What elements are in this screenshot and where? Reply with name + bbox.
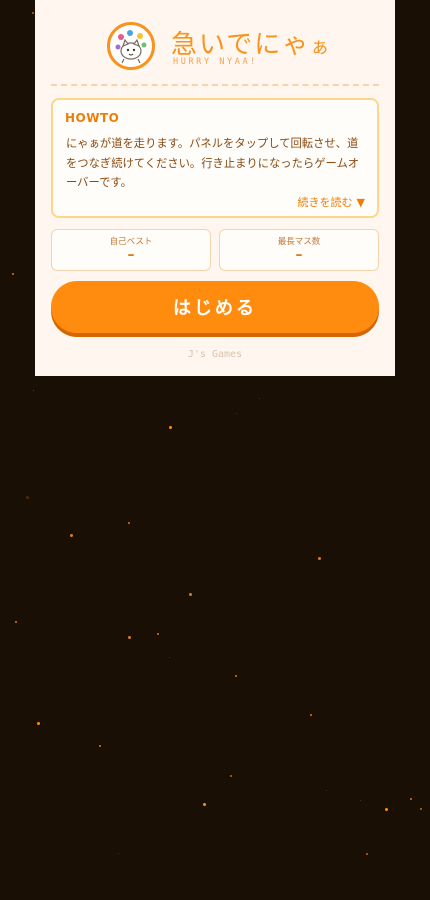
ember-particle xyxy=(318,557,321,560)
app-title: 急いでにゃぁ xyxy=(171,24,331,61)
ember-particle xyxy=(385,808,388,811)
ember-particle xyxy=(169,657,170,658)
max-cells-label: 最長マス数 xyxy=(277,237,321,247)
app-title-small: ぁ xyxy=(310,36,332,58)
howto-text: にゃぁが道を走ります。パネルをタップして回転させ、道をつなぎ続けてください。行き… xyxy=(66,137,360,189)
header: 急いでにゃぁ HURRY NYAA! xyxy=(107,20,337,76)
main-panel: 急いでにゃぁ HURRY NYAA! HOWTO にゃぁが道を走ります。パネルを… xyxy=(35,0,395,376)
ember-particle xyxy=(189,593,192,596)
howto-title: HOWTO xyxy=(65,111,120,125)
ember-particle xyxy=(259,398,260,399)
best-score-card: 自己ベスト – xyxy=(51,229,211,271)
footer-credit: J's Games xyxy=(187,349,243,360)
ember-particle xyxy=(118,853,119,854)
ember-particle xyxy=(203,803,206,806)
ember-particle xyxy=(366,853,368,855)
triangle-down-icon: ▼ xyxy=(356,196,365,209)
ember-particle xyxy=(70,534,73,537)
ember-particle xyxy=(128,636,131,639)
app-title-main: 急いでにゃ xyxy=(171,30,311,60)
ember-particle xyxy=(12,273,14,275)
ember-particle xyxy=(33,390,34,391)
ember-particle xyxy=(99,745,101,747)
read-more-label: 続きを読む xyxy=(297,196,353,209)
best-score-label: 自己ベスト xyxy=(109,237,153,247)
ember-particle xyxy=(37,722,40,725)
howto-box: HOWTO にゃぁが道を走ります。パネルをタップして回転させ、道をつなぎ続けてく… xyxy=(51,98,379,218)
best-score-value: – xyxy=(127,247,135,263)
ember-particle xyxy=(410,798,412,800)
divider xyxy=(51,84,379,86)
ember-particle xyxy=(326,790,327,791)
ember-particle xyxy=(169,426,172,429)
ember-particle xyxy=(32,12,34,14)
read-more-link[interactable]: 続きを読む ▼ xyxy=(298,194,365,210)
start-button[interactable]: はじめる xyxy=(51,281,379,333)
max-cells-value: – xyxy=(295,247,303,263)
ember-particle xyxy=(235,675,237,677)
cat-logo-icon xyxy=(107,22,155,70)
ember-particle xyxy=(15,621,17,623)
ember-particle xyxy=(360,800,361,801)
ember-particle xyxy=(26,496,29,499)
ember-particle xyxy=(157,633,159,635)
max-cells-card: 最長マス数 – xyxy=(219,229,379,271)
ember-particle xyxy=(420,808,422,810)
ember-particle xyxy=(310,714,312,716)
ember-particle xyxy=(128,522,130,524)
ember-particle xyxy=(230,775,232,777)
ember-particle xyxy=(236,413,237,414)
app-subtitle: HURRY NYAA! xyxy=(173,57,258,67)
